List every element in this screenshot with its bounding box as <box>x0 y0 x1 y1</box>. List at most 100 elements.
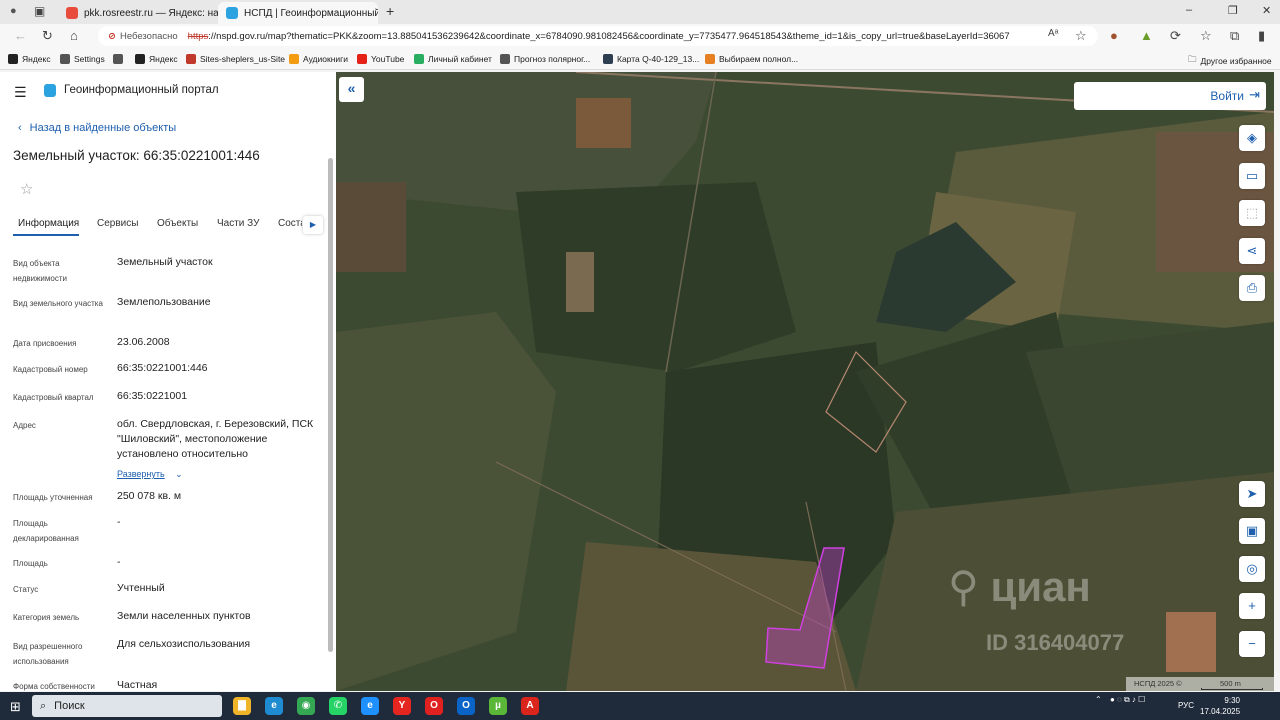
bookmark-label: Аудиокниги <box>303 54 348 64</box>
read-aloud-icon[interactable]: Aᵃ <box>1048 28 1058 39</box>
bookmark-item[interactable] <box>113 54 127 64</box>
panel-scrollbar[interactable] <box>328 158 333 652</box>
ruler-icon[interactable]: ▭ <box>1239 163 1265 189</box>
refresh-extension-icon[interactable]: ⟳ <box>1170 28 1181 44</box>
url-text: ://nspd.gov.ru/map?thematic=PKK&zoom=13.… <box>208 30 1010 42</box>
favorite-star-icon[interactable]: ☆ <box>1075 28 1087 44</box>
back-to-results-link[interactable]: ‹ Назад в найденные объекты <box>18 122 176 134</box>
system-tray[interactable]: ⌃ ● ◌ ⧉ ♪ ☐ <box>1095 695 1145 705</box>
warning-icon: ⊘ <box>108 30 116 42</box>
login-icon[interactable]: ⇥ <box>1249 87 1260 103</box>
browser-tab[interactable]: pkk.rosreestr.ru — Яндекс: нашлось ✕ <box>58 2 218 24</box>
extension-icon[interactable]: ● <box>1110 28 1118 43</box>
zoom-out-icon[interactable]: − <box>1239 631 1265 657</box>
hamburger-menu-icon[interactable]: ☰ <box>14 84 27 101</box>
browser-tab-active[interactable]: НСПД | Геоинформационный п ✕ <box>218 2 378 24</box>
chevron-up-icon: ⌃ <box>1095 695 1102 704</box>
share-icon[interactable]: ⋖ <box>1239 238 1265 264</box>
field-label: Кадастровый квартал <box>13 393 94 402</box>
watermark-brand-text: циан <box>990 563 1091 610</box>
tab-parts[interactable]: Части ЗУ <box>217 218 259 229</box>
field-label: Статус <box>13 585 39 594</box>
back-arrow-icon[interactable]: ← <box>14 28 27 43</box>
locate-icon[interactable]: ➤ <box>1239 481 1265 507</box>
opera-icon[interactable]: O <box>425 697 443 715</box>
zoom-in-icon[interactable]: + <box>1239 593 1265 619</box>
collections-icon[interactable]: ⧉ <box>1230 28 1239 44</box>
bookmark-item[interactable]: YouTube <box>357 54 404 64</box>
field-value: обл. Свердловская, г. Березовский, ПСК "… <box>117 418 314 460</box>
other-bookmarks[interactable]: 🗀 Другое избранное <box>1188 54 1272 68</box>
bookmark-item[interactable]: Выбираем полнол... <box>705 54 798 64</box>
input-language[interactable]: РУС <box>1178 701 1194 710</box>
sidebar-toggle-icon[interactable]: ▮ <box>1258 28 1265 44</box>
favorites-icon[interactable]: ☆ <box>1200 28 1212 44</box>
url-field[interactable]: ⊘ Небезопасно https ://nspd.gov.ru/map?t… <box>98 26 1098 46</box>
internet-explorer-icon[interactable]: e <box>361 697 379 715</box>
bookmark-item[interactable]: Settings <box>60 54 105 64</box>
home-icon[interactable]: ⌂ <box>70 28 78 43</box>
map-attribution: НСПД 2025 © <box>1134 679 1182 688</box>
tabs-scroll-right-icon[interactable]: ▶ <box>303 216 323 234</box>
outlook-icon[interactable]: O <box>457 697 475 715</box>
print-icon[interactable]: ⎙ <box>1239 275 1265 301</box>
expand-address-link[interactable]: Развернуть ⌄ <box>117 464 183 482</box>
edge-icon[interactable]: e <box>265 697 283 715</box>
windows-start-icon[interactable]: ⊞ <box>10 699 21 715</box>
page-title: Земельный участок: 66:35:0221001:446 <box>13 148 260 163</box>
bookmark-item[interactable]: Прогноз полярног... <box>500 54 590 64</box>
bookmark-item[interactable]: Карта Q-40-129_13... <box>603 54 699 64</box>
reload-icon[interactable]: ↻ <box>42 28 53 44</box>
minimap-icon[interactable]: ▣ <box>1239 518 1265 544</box>
layers-icon[interactable]: ◈ <box>1239 125 1265 151</box>
bookmark-icon <box>603 54 613 64</box>
bookmark-item[interactable]: Яндекс <box>8 54 51 64</box>
portal-title: Геоинформационный портал <box>64 84 219 96</box>
profile-icon[interactable]: ● <box>10 5 17 17</box>
maximize-button[interactable]: ❐ <box>1228 4 1238 17</box>
geo-search-icon[interactable]: ◎ <box>1239 556 1265 582</box>
field-value: Земли населенных пунктов <box>117 610 251 622</box>
collapse-panel-button[interactable]: « <box>339 77 364 102</box>
file-explorer-icon[interactable]: ▇ <box>233 697 251 715</box>
favorite-star-icon[interactable]: ☆ <box>20 180 33 198</box>
satellite-imagery <box>336 72 1274 691</box>
folder-icon: 🗀 <box>1188 54 1197 64</box>
back-link-label: Назад в найденные объекты <box>29 122 177 134</box>
utorrent-icon[interactable]: µ <box>489 697 507 715</box>
chrome-icon[interactable]: ◉ <box>297 697 315 715</box>
bookmark-label: Settings <box>74 54 105 64</box>
acrobat-icon[interactable]: A <box>521 697 539 715</box>
field-label: Вид объекта недвижимости <box>13 259 67 283</box>
field-label: Площадь декларированная <box>13 519 79 543</box>
field-value: Учтенный <box>117 582 165 594</box>
bookmark-item[interactable]: Яндекс <box>135 54 178 64</box>
satellite-map[interactable]: « Войти ⇥ ◈ ▭ ⬚ ⋖ ⎙ ➤ ▣ ◎ + − ⚲ циан ID … <box>336 72 1274 691</box>
bookmark-item[interactable]: Личный кабинет <box>414 54 492 64</box>
tab-objects[interactable]: Объекты <box>157 218 198 229</box>
bookmark-item[interactable]: Sites-sheplers_us-Site <box>186 54 285 64</box>
tab-composition[interactable]: Соста <box>278 218 302 229</box>
select-area-icon[interactable]: ⬚ <box>1239 200 1265 226</box>
tab-favicon-icon <box>66 7 78 19</box>
tab-actions-icon[interactable]: ▣ <box>34 4 45 18</box>
gear-icon <box>60 54 70 64</box>
map-footer: НСПД 2025 © 500 m <box>1126 677 1274 691</box>
field-value: Частная <box>117 679 158 691</box>
login-button[interactable]: Войти <box>1210 89 1244 103</box>
globe-icon <box>113 54 123 64</box>
extension-icon[interactable]: ▲ <box>1140 28 1153 43</box>
tab-services[interactable]: Сервисы <box>97 218 138 229</box>
whatsapp-icon[interactable]: ✆ <box>329 697 347 715</box>
tab-information[interactable]: Информация <box>18 218 79 229</box>
bookmark-label: Яндекс <box>149 54 178 64</box>
taskbar: ⊞ ⌕ Поиск ▇ e ◉ ✆ e Y O Oµ A ⌃ ● ◌ ⧉ ♪ ☐ РУС 9:3… <box>0 692 1280 720</box>
bookmark-item[interactable]: Аудиокниги <box>289 54 348 64</box>
object-info-panel: ☰ Геоинформационный портал ‹ Назад в найд… <box>0 72 336 691</box>
clock[interactable]: 9:30 17.04.2025 <box>1200 695 1240 717</box>
minimize-button[interactable]: – <box>1186 4 1192 16</box>
new-tab-button[interactable]: + <box>386 3 394 19</box>
yandex-browser-icon[interactable]: Y <box>393 697 411 715</box>
close-window-button[interactable]: ✕ <box>1262 4 1271 17</box>
taskbar-search[interactable]: ⌕ Поиск <box>32 695 222 717</box>
